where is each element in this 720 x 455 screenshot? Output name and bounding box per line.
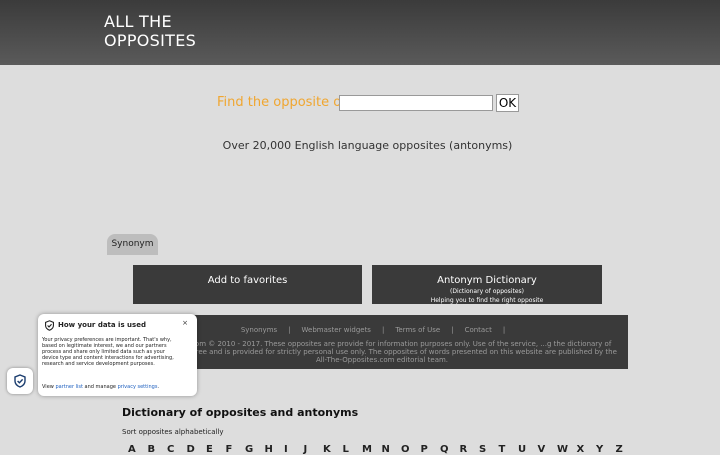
tagline: Over 20,000 English language opposites (…: [222, 139, 513, 152]
search-label: Find the opposite of: [217, 95, 346, 110]
privacy-links: View partner list and manage privacy set…: [42, 384, 159, 390]
add-to-favorites-label: Add to favorites: [207, 275, 288, 286]
privacy-title: How your data is used: [58, 321, 146, 329]
privacy-body: Your privacy preferences are important. …: [42, 337, 174, 367]
antonym-dictionary-sub2: Helping you to find the right opposite: [430, 297, 544, 304]
search-row: Find the opposite of OK: [0, 93, 720, 113]
privacy-popup: How your data is used × Your privacy pre…: [38, 314, 197, 396]
close-icon[interactable]: ×: [182, 319, 188, 327]
footer-link-webmaster-widgets[interactable]: Webmaster widgets: [291, 326, 382, 334]
search-input[interactable]: [339, 95, 493, 111]
footer-link-contact[interactable]: Contact: [454, 326, 503, 334]
privacy-settings-link[interactable]: privacy settings: [118, 384, 158, 390]
privacy-links-suffix: .: [157, 384, 160, 390]
privacy-shield-button[interactable]: [7, 368, 33, 394]
add-to-favorites-button[interactable]: Add to favorites: [133, 265, 362, 304]
antonym-dictionary-button[interactable]: Antonym Dictionary (Dictionary of opposi…: [372, 265, 602, 304]
ok-button[interactable]: OK: [496, 94, 519, 112]
footer-link-terms[interactable]: Terms of Use: [384, 326, 451, 334]
footer-link-synonyms[interactable]: Synonyms: [230, 326, 288, 334]
partner-list-link[interactable]: partner list: [55, 384, 83, 390]
logo-line-1: ALL THE: [104, 12, 172, 31]
footer-copyright: ...pposites.com © 2010 - 2017. These opp…: [147, 340, 617, 364]
site-logo[interactable]: ALL THE OPPOSITES: [104, 12, 196, 50]
shield-check-icon: [14, 374, 26, 388]
shield-check-icon: [45, 320, 54, 331]
dictionary-title: Dictionary of opposites and antonyms: [122, 406, 359, 419]
privacy-links-mid: and manage: [82, 384, 118, 390]
sort-label: Sort opposites alphabetically: [122, 428, 224, 436]
privacy-links-prefix: View: [42, 384, 56, 390]
footer-separator: |: [502, 326, 506, 334]
site-header: ALL THE OPPOSITES: [0, 0, 720, 65]
antonym-dictionary-sub1: (Dictionary of opposites): [450, 288, 524, 295]
logo-line-2: OPPOSITES: [104, 31, 197, 50]
tab-synonym[interactable]: Synonym: [107, 234, 158, 255]
antonym-dictionary-label: Antonym Dictionary: [437, 275, 537, 286]
